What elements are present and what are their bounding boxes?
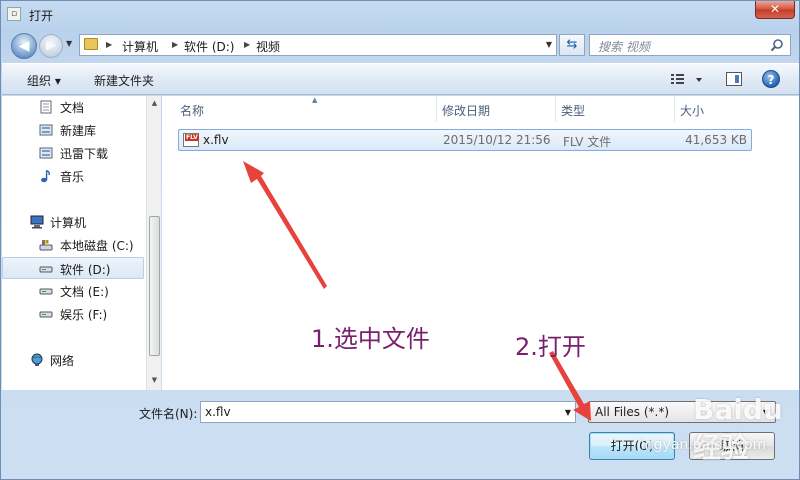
chevron-right-icon[interactable]: ▶: [106, 40, 112, 49]
baidu-watermark: Baidu经验 jingyan.baidu.com: [637, 389, 797, 465]
file-row-selected[interactable]: x.flv 2015/10/12 21:56 FLV 文件 41,653 KB: [178, 129, 752, 151]
dialog-icon: ▫: [7, 7, 21, 21]
navigation-pane: 文档 新建库 迅雷下载 音乐 计算机 本地磁盘 (C:) 软件 (D:) 文档 …: [2, 96, 161, 390]
filename-value: x.flv: [205, 405, 231, 419]
nav-item-computer[interactable]: 计算机: [2, 211, 144, 233]
search-placeholder: 搜索 视频: [598, 40, 650, 54]
nav-label: 计算机: [50, 216, 87, 230]
nav-item-drive-e[interactable]: 文档 (E:): [2, 280, 144, 302]
column-label: 修改日期: [442, 104, 491, 118]
drive-icon: [39, 266, 53, 273]
music-icon: [41, 169, 50, 183]
recent-locations-dropdown[interactable]: ▼: [66, 39, 72, 48]
file-name: x.flv: [203, 133, 229, 147]
chevron-right-icon[interactable]: ▶: [172, 40, 178, 49]
column-header-modified[interactable]: 修改日期: [436, 96, 556, 122]
network-icon: [31, 353, 43, 366]
filename-label: 文件名(N):: [139, 407, 198, 421]
scroll-down-icon[interactable]: ▼: [147, 376, 162, 384]
file-type: FLV 文件: [563, 135, 612, 149]
search-input[interactable]: 搜索 视频: [589, 34, 791, 56]
nav-label: 迅雷下载: [60, 147, 109, 161]
nav-scrollbar[interactable]: ▲ ▼: [146, 96, 161, 390]
breadcrumb-videos[interactable]: 视频: [256, 38, 280, 55]
nav-item-network[interactable]: 网络: [2, 349, 144, 371]
nav-item-drive-d[interactable]: 软件 (D:): [2, 257, 144, 279]
address-history-dropdown[interactable]: ▼: [546, 40, 552, 49]
refresh-icon: ⇆: [566, 37, 578, 52]
nav-label: 文档: [60, 101, 85, 115]
file-list: 名称 ▲ 修改日期 类型 大小 x.flv 2015/10/12 21:56 F…: [162, 96, 799, 390]
flv-file-icon: [183, 133, 199, 147]
nav-label: 文档 (E:): [60, 285, 109, 299]
nav-label: 本地磁盘 (C:): [60, 239, 134, 253]
column-header-size[interactable]: 大小: [674, 96, 754, 122]
annotation-step-1: 1.选中文件: [311, 325, 430, 353]
folder-icon: [84, 38, 98, 50]
nav-item-new-library[interactable]: 新建库: [2, 119, 144, 141]
command-bar: 组织 ▾ 新建文件夹 ?: [2, 63, 799, 95]
file-size: 41,653 KB: [685, 133, 747, 147]
back-button[interactable]: ◀: [11, 33, 37, 59]
new-folder-button[interactable]: 新建文件夹: [94, 72, 154, 89]
dialog-title: 打开: [29, 9, 54, 23]
help-icon[interactable]: ?: [762, 70, 780, 88]
organize-menu[interactable]: 组织 ▾: [27, 72, 61, 89]
column-label: 类型: [561, 104, 586, 118]
filename-input[interactable]: x.flv ▼: [200, 401, 576, 423]
watermark-main: Baidu经验: [693, 393, 783, 464]
column-header-type[interactable]: 类型: [555, 96, 675, 122]
sort-ascending-icon: ▲: [312, 96, 318, 104]
computer-icon: [30, 215, 44, 229]
nav-item-xunlei-downloads[interactable]: 迅雷下载: [2, 142, 144, 164]
forward-button[interactable]: ▶: [39, 34, 63, 58]
view-options-icon[interactable]: [670, 72, 706, 88]
drive-icon: [39, 311, 53, 318]
library-icon: [39, 124, 53, 136]
nav-label: 音乐: [60, 170, 85, 184]
chevron-right-icon[interactable]: ▶: [244, 40, 250, 49]
column-header-name[interactable]: 名称 ▲: [174, 96, 437, 122]
download-library-icon: [39, 147, 53, 159]
watermark-sub: jingyan.baidu.com: [637, 437, 767, 453]
file-modified: 2015/10/12 21:56: [443, 133, 551, 147]
scroll-up-icon[interactable]: ▲: [147, 99, 162, 107]
column-label: 名称: [180, 104, 205, 118]
nav-item-music[interactable]: 音乐: [2, 165, 144, 187]
close-button[interactable]: ✕: [755, 1, 795, 19]
document-library-icon: [40, 100, 52, 114]
arrow-right-icon: ▶: [46, 38, 56, 53]
preview-pane-icon[interactable]: [726, 72, 742, 86]
nav-item-drive-c[interactable]: 本地磁盘 (C:): [2, 234, 144, 256]
nav-label: 娱乐 (F:): [60, 308, 108, 322]
annotation-step-2: 2.打开: [515, 333, 586, 361]
nav-item-documents[interactable]: 文档: [2, 96, 144, 118]
nav-label: 网络: [50, 354, 75, 368]
address-bar[interactable]: ▶ 计算机 ▶ 软件 (D:) ▶ 视频 ▼: [79, 34, 557, 56]
scrollbar-thumb[interactable]: [149, 216, 160, 356]
system-drive-icon: [39, 240, 53, 251]
chevron-down-icon[interactable]: ▼: [565, 408, 571, 417]
drive-icon: [39, 288, 53, 295]
title-bar: ▫ 打开 ✕: [1, 1, 800, 29]
search-icon[interactable]: [770, 38, 784, 52]
refresh-button[interactable]: ⇆: [559, 34, 585, 56]
nav-label: 新建库: [60, 124, 97, 138]
arrow-left-icon: ◀: [18, 38, 30, 54]
open-file-dialog: ▫ 打开 ✕ ◀ ▶ ▼ ▶ 计算机 ▶ 软件 (D:) ▶ 视频 ▼ ⇆ 搜索…: [0, 0, 800, 480]
breadcrumb-computer[interactable]: 计算机: [122, 38, 158, 55]
nav-label: 软件 (D:): [60, 263, 111, 277]
breadcrumb-drive-d[interactable]: 软件 (D:): [184, 38, 234, 55]
column-label: 大小: [680, 104, 705, 118]
nav-item-drive-f[interactable]: 娱乐 (F:): [2, 303, 144, 325]
